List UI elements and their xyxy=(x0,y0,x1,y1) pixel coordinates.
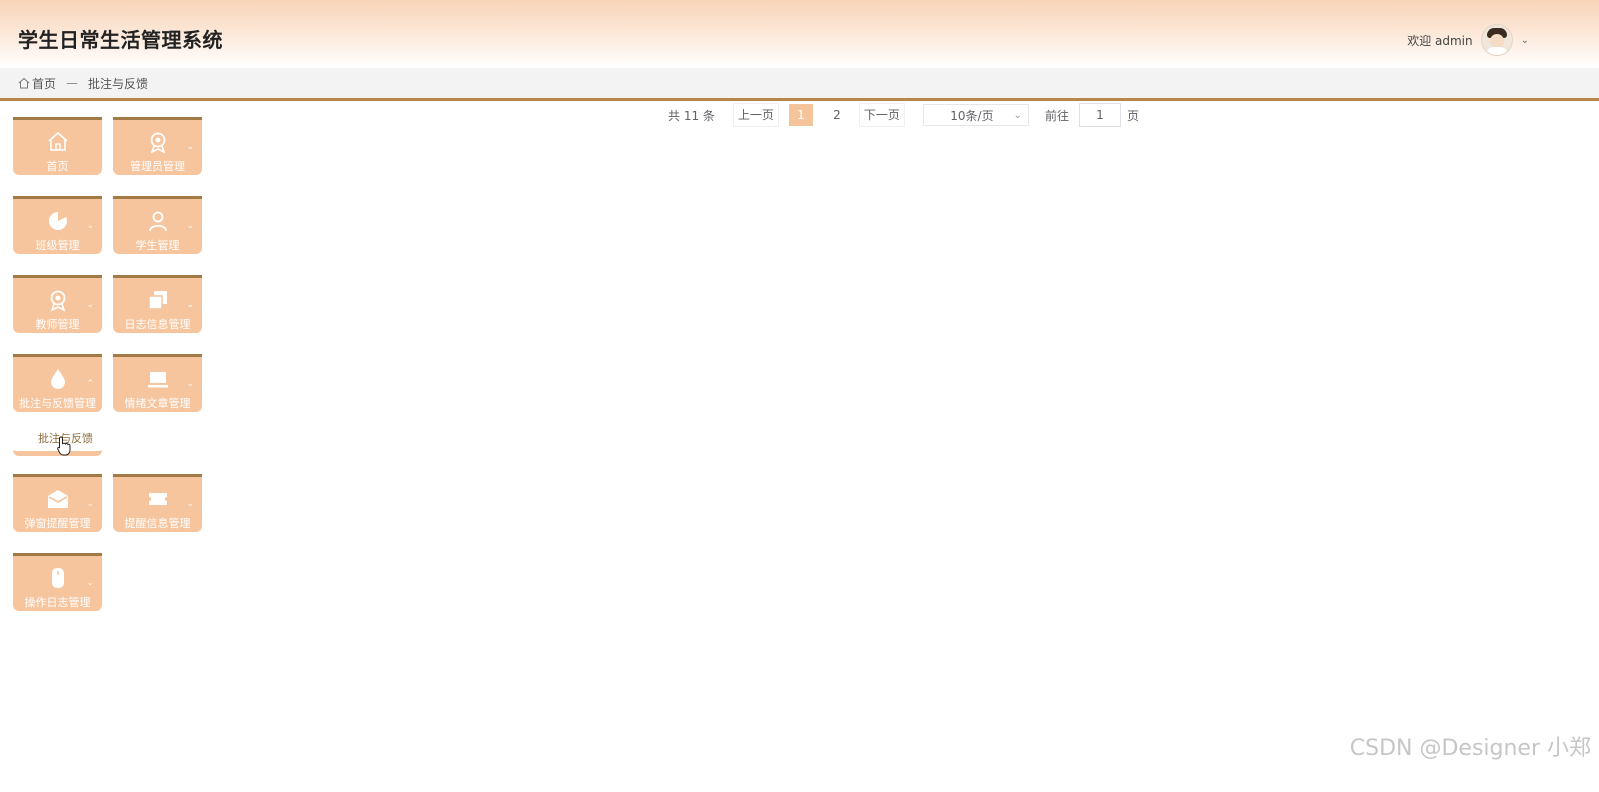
welcome-text: 欢迎 admin xyxy=(1407,33,1473,48)
badge-icon xyxy=(50,290,65,312)
chevron-down-icon: ⌄ xyxy=(186,499,194,509)
hand-cursor-icon xyxy=(57,436,71,456)
copy-icon xyxy=(147,291,167,310)
app-title: 学生日常生活管理系统 xyxy=(18,28,223,52)
page-number[interactable]: 1 xyxy=(788,104,813,126)
chevron-down-icon: ⌄ xyxy=(1013,110,1022,121)
menu-item-reminder-info[interactable]: 提醒信息管理 ⌄ xyxy=(113,474,202,532)
mouse-icon xyxy=(51,568,64,588)
user-icon xyxy=(148,211,167,232)
chevron-down-icon: ⌄ xyxy=(86,221,94,231)
menu-item-operation-log[interactable]: 操作日志管理 ⌄ xyxy=(13,553,102,611)
user-menu[interactable]: 欢迎 admin ⌄ xyxy=(1407,24,1529,56)
menu-item-label: 班级管理 xyxy=(35,239,80,252)
menu-item-label: 教师管理 xyxy=(35,318,80,331)
watermark: CSDN @Designer 小郑 xyxy=(1349,736,1591,761)
menu-item-label: 情绪文章管理 xyxy=(124,397,191,410)
menu-item-label: 操作日志管理 xyxy=(24,596,91,609)
chevron-down-icon: ⌄ xyxy=(186,221,194,231)
menu-item-label: 管理员管理 xyxy=(130,160,185,173)
chevron-down-icon: ⌄ xyxy=(186,142,194,152)
chevron-down-icon: ⌄ xyxy=(86,300,94,310)
top-header: 学生日常生活管理系统 欢迎 admin ⌄ xyxy=(0,0,1599,68)
home-icon xyxy=(47,131,68,151)
avatar[interactable] xyxy=(1480,24,1513,56)
chevron-down-icon: ⌄ xyxy=(86,499,94,509)
menu-item-feedback[interactable]: 批注与反馈管理 ⌃ xyxy=(13,354,102,412)
breadcrumb-separator: — xyxy=(66,76,79,90)
breadcrumb-current: 批注与反馈 xyxy=(88,76,149,91)
page-size-value: 10条/页 xyxy=(950,109,994,123)
breadcrumb-home[interactable]: 首页 xyxy=(32,75,56,92)
menu-item-label: 首页 xyxy=(46,160,69,173)
chevron-up-icon: ⌃ xyxy=(86,379,94,389)
menu-item-log-info[interactable]: 日志信息管理 ⌄ xyxy=(113,275,202,333)
pie-icon xyxy=(48,212,67,230)
menu-item-admin[interactable]: 管理员管理 ⌄ xyxy=(113,117,202,175)
breadcrumb: 首页 — 批注与反馈 xyxy=(0,68,1599,101)
pagination: 共 11 条 上一页 1 2 下一页 10条/页 ⌄ 前往 1 页 xyxy=(668,103,1139,127)
menu-item-label: 提醒信息管理 xyxy=(124,517,191,530)
prev-page-button[interactable]: 上一页 xyxy=(732,103,779,127)
drop-icon xyxy=(50,369,65,389)
menu-item-student[interactable]: 学生管理 ⌄ xyxy=(113,196,202,254)
menu-item-label: 学生管理 xyxy=(135,239,180,252)
goto-label: 前往 xyxy=(1044,108,1069,123)
menu-item-teacher[interactable]: 教师管理 ⌄ xyxy=(13,275,102,333)
menu-item-emotion-article[interactable]: 情绪文章管理 ⌄ xyxy=(113,354,202,412)
goto-page-input[interactable]: 1 xyxy=(1078,103,1121,127)
chevron-down-icon: ⌄ xyxy=(186,300,194,310)
menu-item-home[interactable]: 首页 xyxy=(13,117,102,175)
menu-item-label: 弹窗提醒管理 xyxy=(24,517,91,530)
menu-item-label: 批注与反馈管理 xyxy=(19,397,96,410)
total-count: 共 11 条 xyxy=(668,108,715,123)
badge-icon xyxy=(150,132,165,154)
chevron-down-icon: ⌄ xyxy=(86,578,94,588)
menu-item-popup-reminder[interactable]: 弹窗提醒管理 ⌄ xyxy=(13,474,102,532)
goto-unit: 页 xyxy=(1126,108,1139,123)
mail-icon xyxy=(47,490,68,508)
home-icon xyxy=(18,77,30,89)
ticket-icon xyxy=(148,493,167,505)
chevron-down-icon: ⌄ xyxy=(186,379,194,389)
laptop-icon xyxy=(147,372,168,388)
page-number[interactable]: 2 xyxy=(825,104,849,126)
page-size-select[interactable]: 10条/页 ⌄ xyxy=(922,104,1029,126)
next-page-button[interactable]: 下一页 xyxy=(858,103,905,127)
menu-item-label: 日志信息管理 xyxy=(124,318,191,331)
chevron-down-icon[interactable]: ⌄ xyxy=(1521,35,1529,46)
menu-item-class[interactable]: 班级管理 ⌄ xyxy=(13,196,102,254)
